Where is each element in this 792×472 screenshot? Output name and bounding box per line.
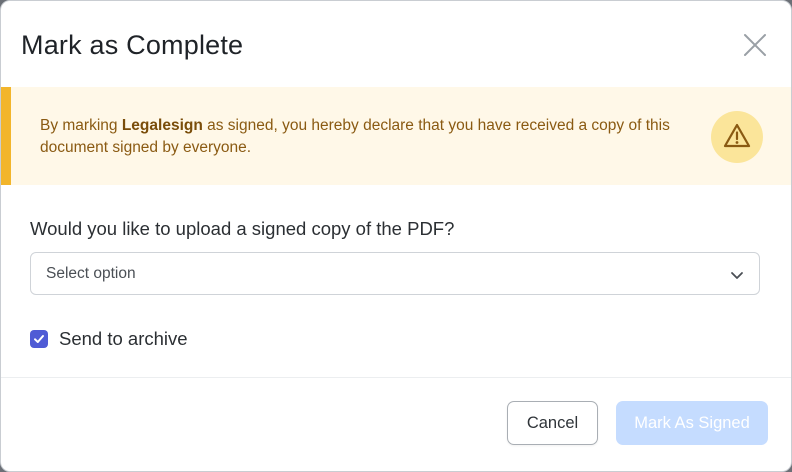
- checkmark-icon: [34, 335, 44, 343]
- warning-accent-bar: [1, 87, 11, 185]
- chevron-down-icon: [731, 272, 743, 279]
- dialog-header: Mark as Complete: [1, 1, 791, 87]
- warning-banner: By marking Legalesign as signed, you her…: [1, 87, 791, 185]
- upload-option-select[interactable]: Select option: [30, 252, 760, 295]
- cancel-button[interactable]: Cancel: [507, 401, 598, 445]
- select-value: Select option: [46, 265, 136, 282]
- send-to-archive-checkbox[interactable]: [30, 330, 48, 348]
- close-icon: [744, 34, 766, 56]
- document-name: Legalesign: [121, 117, 203, 134]
- footer-divider: [1, 377, 791, 378]
- send-to-archive-label: Send to archive: [59, 328, 188, 349]
- mark-complete-dialog: Mark as Complete By marking Legalesign a…: [0, 0, 792, 472]
- dialog-title: Mark as Complete: [21, 30, 244, 60]
- upload-question-label: Would you like to upload a signed copy o…: [30, 218, 455, 239]
- close-button[interactable]: [741, 31, 769, 59]
- warning-icon: [711, 111, 763, 163]
- mark-as-signed-button[interactable]: Mark As Signed: [616, 401, 768, 445]
- warning-message: By marking Legalesign as signed, you her…: [40, 115, 690, 159]
- warning-text-before: By marking: [40, 117, 122, 134]
